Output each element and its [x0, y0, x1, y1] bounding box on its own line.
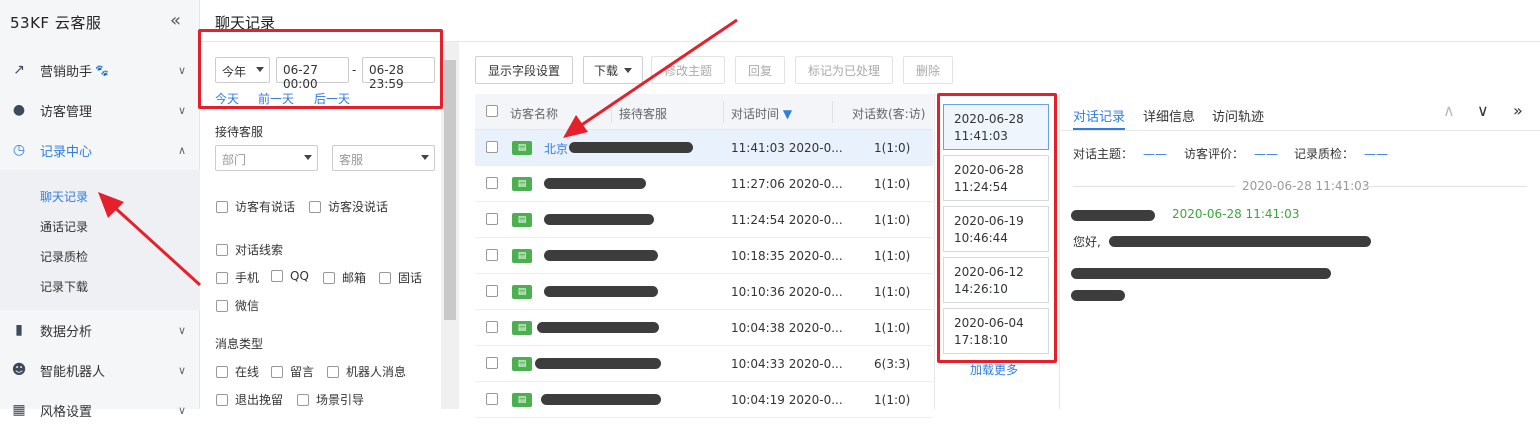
- annotation-arrow-right: [576, 18, 738, 130]
- annotation-arrows: [98, 18, 738, 287]
- annotation-arrow-left: [110, 203, 202, 287]
- arrow-head-right: [563, 115, 588, 138]
